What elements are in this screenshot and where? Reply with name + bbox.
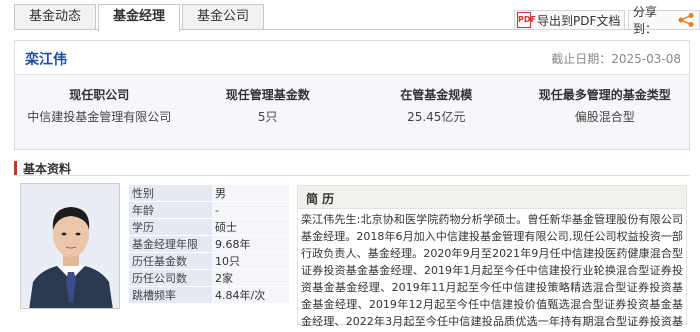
share-area: 分享到： xyxy=(628,5,700,36)
bio-title: 简 历 xyxy=(306,192,335,206)
stat-header: 在管基金规模 xyxy=(400,88,473,102)
stat-fund-type: 现任最多管理的基金类型 偏股混合型 xyxy=(521,75,690,149)
info-key: 性别 xyxy=(129,185,212,202)
tab-fund-company[interactable]: 基金公司 xyxy=(182,4,265,30)
pdf-icon: PDF xyxy=(517,12,536,28)
stat-fund-count: 现任管理基金数 5只 xyxy=(184,75,353,149)
share-label: 分享到： xyxy=(633,5,658,36)
tab-fund-manager[interactable]: 基金经理 xyxy=(98,4,181,32)
info-key: 年龄 xyxy=(129,201,212,219)
section-title: 基本资料 xyxy=(23,162,72,176)
table-row: 跳槽频率 4.84年/次 xyxy=(129,286,289,304)
bio-text: 栾江伟先生:北京协和医学院药物分析学硕士。曾任新华基金管理股份有限公司基金经理。… xyxy=(301,213,683,328)
table-row: 年龄 - xyxy=(129,201,289,219)
table-row: 历任公司数 2家 xyxy=(129,269,289,287)
info-value: 9.68年 xyxy=(212,235,289,253)
table-row: 基金经理年限 9.68年 xyxy=(129,235,289,253)
info-value: 男 xyxy=(212,185,289,202)
info-value: - xyxy=(212,201,289,219)
table-row: 历任基金数 10只 xyxy=(129,252,289,270)
info-key: 学历 xyxy=(129,218,212,236)
manager-name-row: 栾江伟 截止日期：2025-03-08 xyxy=(15,41,689,75)
info-value: 硕士 xyxy=(212,218,289,236)
stat-header: 现任管理基金数 xyxy=(225,88,310,102)
bio-panel: 简 历 栾江伟先生:北京协和医学院药物分析学硕士。曾任新华基金管理股份有限公司基… xyxy=(297,185,687,328)
stat-value: 5只 xyxy=(257,110,278,124)
info-key: 基金经理年限 xyxy=(129,235,212,253)
stat-value: 偏股混合型 xyxy=(574,110,635,124)
tab-fund-news[interactable]: 基金动态 xyxy=(14,4,97,30)
table-row: 性别 男 xyxy=(129,185,289,202)
stat-current-company: 现任职公司 中信建投基金管理有限公司 xyxy=(15,75,184,149)
stat-header: 现任最多管理的基金类型 xyxy=(538,88,671,102)
manager-name[interactable]: 栾江伟 xyxy=(25,49,67,69)
stat-value: 中信建投基金管理有限公司 xyxy=(27,110,172,124)
export-pdf-button[interactable]: PDF 导出到PDF文档 xyxy=(514,10,626,30)
export-pdf-label: 导出到PDF文档 xyxy=(537,13,621,28)
tab-bar: 基金动态 基金经理 基金公司 xyxy=(14,4,266,32)
basic-info-table: 性别 男 年龄 - 学历 硕士 基金经理年限 9.68年 历任基金数 10只 历… xyxy=(129,185,289,304)
info-key: 跳槽频率 xyxy=(129,286,212,304)
info-value: 2家 xyxy=(212,269,289,287)
manager-photo xyxy=(20,183,120,309)
table-row: 学历 硕士 xyxy=(129,218,289,236)
share-icon[interactable] xyxy=(677,12,695,28)
info-key: 历任公司数 xyxy=(129,269,212,287)
section-accent-bar xyxy=(14,161,17,175)
bio-title-bar: 简 历 xyxy=(298,186,686,209)
stat-value: 25.45亿元 xyxy=(407,110,466,124)
cutoff-date: 截止日期：2025-03-08 xyxy=(551,52,681,66)
info-key: 历任基金数 xyxy=(129,252,212,270)
section-basic-info: 基本资料 xyxy=(14,160,690,176)
info-value: 10只 xyxy=(212,252,289,270)
stat-fund-scale: 在管基金规模 25.45亿元 xyxy=(352,75,521,149)
stat-header: 现任职公司 xyxy=(69,88,130,102)
stats-row: 现任职公司 中信建投基金管理有限公司 现任管理基金数 5只 在管基金规模 25.… xyxy=(15,75,689,149)
info-value: 4.84年/次 xyxy=(212,286,289,304)
manager-summary: 栾江伟 截止日期：2025-03-08 现任职公司 中信建投基金管理有限公司 现… xyxy=(14,40,690,150)
